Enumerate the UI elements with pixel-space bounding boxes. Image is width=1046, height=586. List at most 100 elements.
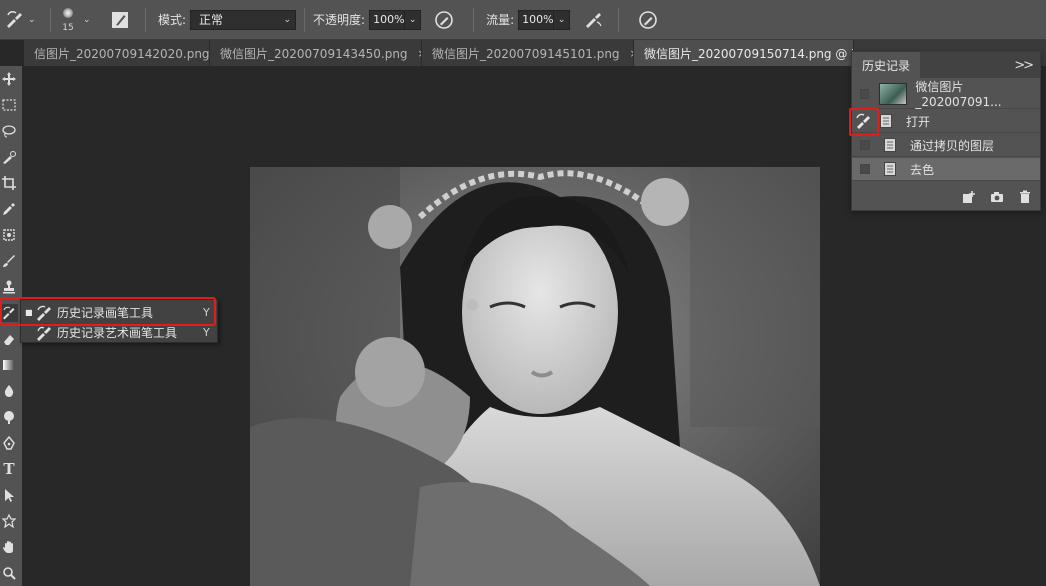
gradient-tool[interactable] [0,356,18,374]
tool-preset-picker[interactable]: ⌄ [0,10,44,30]
drop-icon [4,385,14,397]
history-state-label: 通过拷贝的图层 [910,138,995,153]
type-tool[interactable]: T [0,460,18,478]
tab-label: 信图片_20200709142020.png [34,46,210,61]
marquee-icon [2,99,16,111]
document-icon [884,138,896,152]
history-brush-icon [3,306,15,320]
trash-icon[interactable] [1018,190,1032,204]
dodge-icon [4,411,14,424]
shape-icon [2,514,16,528]
selected-bullet: ■ [25,308,33,317]
divider [473,7,475,32]
flow-label: 流量: [486,13,515,27]
divider [618,7,620,32]
pen-icon [3,436,15,450]
tab-label: 微信图片_20200709150714.png @ 75 [644,46,854,61]
history-source-set[interactable] [852,110,874,132]
pressure-opacity-icon[interactable] [433,9,455,31]
history-state-row[interactable]: 通过拷贝的图层 [852,134,1040,157]
document-icon [880,114,892,128]
bandage-icon [3,229,15,241]
dodge-tool[interactable] [0,408,18,426]
move-tool[interactable] [0,70,18,88]
quick-selection-tool[interactable] [0,148,18,166]
healing-brush-tool[interactable] [0,226,18,244]
move-icon [2,72,16,86]
airbrush-icon[interactable] [582,9,604,31]
tab-label: 微信图片_20200709143450.png [220,46,408,61]
history-snapshot-row[interactable]: 微信图片_202007091... [852,79,1040,109]
tab-document-3[interactable]: 微信图片_20200709145101.png × [422,40,634,66]
menu-item-label: 历史记录画笔工具 [57,306,154,320]
history-source-checkbox[interactable] [860,164,870,174]
eyedropper-tool[interactable] [0,200,18,218]
eyedropper-icon [3,203,15,215]
brush-tool[interactable] [0,252,18,270]
art-history-brush-icon [37,326,51,341]
eraser-icon [4,335,14,345]
divider [50,7,51,32]
zoom-tool[interactable] [0,564,18,582]
history-state-row[interactable]: 打开 [852,110,1040,133]
flow-input[interactable]: 100% [518,9,555,30]
tab-document-4-active[interactable]: 微信图片_20200709150714.png @ 75 [634,40,854,66]
brush-tip-preview: 15 [57,6,79,34]
marquee-tool[interactable] [0,96,18,114]
clone-stamp-tool[interactable] [0,278,18,296]
blur-tool[interactable] [0,382,18,400]
document-image[interactable] [250,167,820,586]
new-document-from-state-icon[interactable] [962,190,976,204]
history-state-row-selected[interactable]: 去色 [852,158,1040,181]
flow-dropdown[interactable]: ⌄ [554,9,571,30]
portrait-photo [250,167,820,586]
brush-preset-picker[interactable]: 15 ⌄ [57,6,101,34]
crop-icon [2,176,16,190]
hand-tool[interactable] [0,538,18,556]
collapse-panel-icon[interactable]: >> [1014,58,1034,73]
eraser-tool[interactable] [0,330,18,348]
camera-icon[interactable] [990,190,1004,204]
crop-tool[interactable] [0,174,18,192]
shortcut-key: Y [203,326,210,339]
chevron-down-icon: ⌄ [83,14,91,25]
lasso-icon [2,125,16,138]
document-icon [884,162,896,176]
pressure-size-icon[interactable] [637,9,659,31]
tab-history[interactable]: 历史记录 [852,52,921,78]
chevron-down-icon: ⌄ [283,14,292,25]
opacity-dropdown[interactable]: ⌄ [405,9,422,30]
tab-document-2[interactable]: 微信图片_20200709143450.png × [210,40,422,66]
history-panel-header: 历史记录 >> [852,52,1040,78]
history-brush-icon [856,113,870,129]
brush-size-value: 15 [62,22,74,33]
chevron-down-icon: ⌄ [408,14,417,25]
path-selection-tool[interactable] [0,486,18,504]
history-brush-icon [37,305,51,321]
lasso-tool[interactable] [0,122,18,140]
snapshot-label: 微信图片_202007091... [915,80,1002,109]
history-source-checkbox[interactable] [860,140,870,150]
zoom-icon [3,567,16,580]
history-panel: 历史记录 >> 微信图片_202007091... 打开 通过拷贝的图层 去色 [851,51,1041,211]
custom-shape-tool[interactable] [0,512,18,530]
menu-item-history-brush[interactable]: ■ 历史记录画笔工具 Y [21,302,217,323]
history-brush-tool[interactable] [0,304,18,322]
history-source-checkbox[interactable] [860,88,870,99]
mode-label: 模式: [158,13,187,27]
arrow-pointer-icon [5,489,14,502]
history-brush-flyout-menu: ■ 历史记录画笔工具 Y 历史记录艺术画笔工具 Y [20,299,218,343]
tab-label: 微信图片_20200709145101.png [432,46,620,61]
opacity-input[interactable]: 100% [369,9,406,30]
pen-tool[interactable] [0,434,18,452]
tab-document-1[interactable]: 信图片_20200709142020.png × [24,40,210,66]
divider [304,7,306,32]
history-panel-footer [852,184,1040,210]
quick-selection-icon [3,151,16,164]
menu-item-label: 历史记录艺术画笔工具 [57,326,178,340]
mode-select[interactable]: 正常 ⌄ [190,9,297,30]
brush-settings-panel-icon[interactable] [109,9,131,31]
gradient-icon [3,360,15,370]
menu-item-art-history-brush[interactable]: 历史记录艺术画笔工具 Y [21,322,217,343]
opacity-label: 不透明度: [313,13,366,27]
